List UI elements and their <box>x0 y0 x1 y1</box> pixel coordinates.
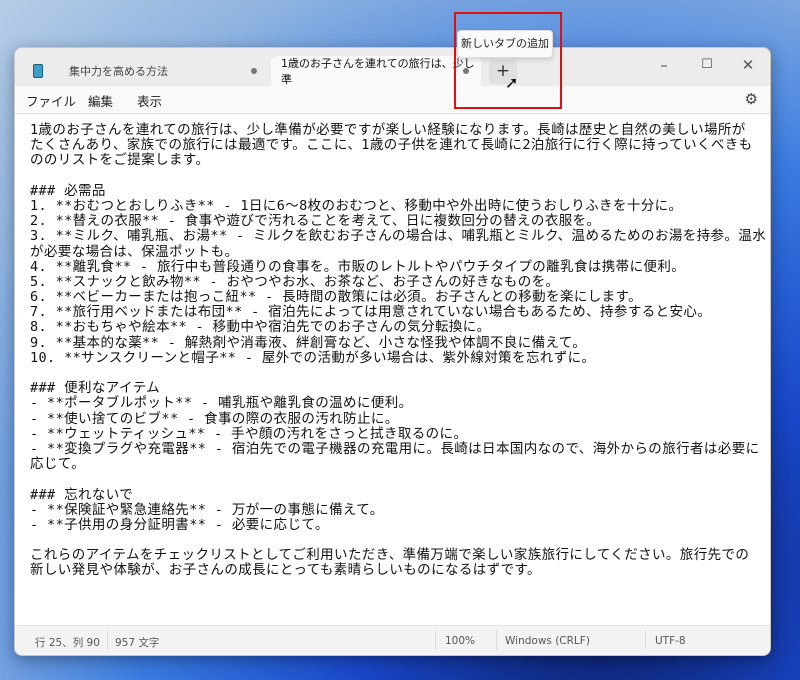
menu-view[interactable]: 表示 <box>137 91 162 110</box>
text-line: 4. **離乳食** - 旅行中も普段通りの食事を。市販のレトルトやパウチタイプ… <box>30 258 686 275</box>
highlight-box <box>454 12 562 109</box>
divider <box>496 630 497 650</box>
divider <box>435 630 436 650</box>
text-line: 新しい発見や体験が、お子さんの成長にとっても素晴らしいものになるはずです。 <box>30 562 541 579</box>
minimize-button[interactable]: – <box>644 52 684 78</box>
close-button[interactable]: ✕ <box>728 52 768 78</box>
status-bar: 行 25、列 90 957 文字 100% Windows (CRLF) UTF… <box>15 625 770 655</box>
menu-edit[interactable]: 編集 <box>88 91 113 110</box>
text-line: - **保険証や緊急連絡先** - 万が一の事態に備えて。 <box>30 501 384 518</box>
text-line: 1. **おむつとおしりふき** - 1日に6～8枚のおむつと、移動中や外出時に… <box>30 197 683 214</box>
maximize-button[interactable]: ☐ <box>687 52 727 78</box>
divider <box>107 630 108 650</box>
text-line: ### 忘れないで <box>30 486 134 503</box>
tab-title: 集中力を高める方法 <box>69 65 168 78</box>
encoding[interactable]: UTF-8 <box>655 635 686 647</box>
char-count: 957 文字 <box>115 637 160 649</box>
text-line: - **ウェットティッシュ** - 手や顔の汚れをさっと拭き取るのに。 <box>30 425 468 442</box>
text-line: - **使い捨てのビブ** - 食事の際の衣服の汚れ防止に。 <box>30 410 399 427</box>
tab-bar: 集中力を高める方法 1歳のお子さんを連れての旅行は、少し準 + – ☐ ✕ <box>15 48 770 86</box>
tab-travel[interactable]: 1歳のお子さんを連れての旅行は、少し準 <box>271 56 481 86</box>
text-line: - **変換プラグや充電器** - 宿泊先での電子機器の充電用に。長崎は日本国内… <box>30 440 760 457</box>
notepad-window: 集中力を高める方法 1歳のお子さんを連れての旅行は、少し準 + – ☐ ✕ ファ… <box>14 47 771 656</box>
text-line: 応じて。 <box>30 456 86 473</box>
text-line: 6. **ベビーカーまたは抱っこ紐** - 長時間の散策には必須。お子さんとの移… <box>30 289 642 306</box>
text-line: 3. **ミルク、哺乳瓶、お湯** - ミルクを飲むお子さんの場合は、哺乳瓶とミ… <box>30 228 767 245</box>
text-line: - **ポータブルポット** - 哺乳瓶や離乳食の温めに便利。 <box>30 395 413 412</box>
text-line: ### 必需品 <box>30 182 106 199</box>
text-line: が必要な場合は、保温ポットも。 <box>30 243 239 260</box>
notepad-icon <box>33 64 43 78</box>
tab-focus-methods[interactable]: 集中力を高める方法 <box>25 56 277 86</box>
mouse-cursor-icon: ➚ <box>505 73 519 92</box>
text-line <box>30 169 770 184</box>
text-line: - **子供用の身分証明書** - 必要に応じて。 <box>30 516 329 533</box>
text-line: 9. **基本的な薬** - 解熱剤や消毒液、絆創膏など、小さな怪我や体調不良に… <box>30 334 587 351</box>
tab-title: 1歳のお子さんを連れての旅行は、少し準 <box>281 57 475 86</box>
menu-file[interactable]: ファイル <box>26 91 76 110</box>
text-line <box>30 472 770 487</box>
divider <box>645 630 646 650</box>
text-line: 1歳のお子さんを連れての旅行は、少し準備が必要ですが楽しい経験になります。長崎は… <box>30 122 746 138</box>
text-line <box>30 533 770 548</box>
zoom-level[interactable]: 100% <box>445 635 475 647</box>
text-line: ののリストをご提案します。 <box>30 152 210 169</box>
unsaved-dot-icon <box>251 68 257 74</box>
gear-icon[interactable]: ⚙ <box>745 90 758 108</box>
line-ending[interactable]: Windows (CRLF) <box>505 635 590 647</box>
text-line: 10. **サンスクリーンと帽子** - 屋外での活動が多い場合は、紫外線対策を… <box>30 349 596 366</box>
text-line: これらのアイテムをチェックリストとしてご利用いただき、準備万端で楽しい家族旅行に… <box>30 547 750 564</box>
text-editor[interactable]: 1歳のお子さんを連れての旅行は、少し準備が必要ですが楽しい経験になります。長崎は… <box>15 115 770 625</box>
text-line <box>30 366 770 381</box>
text-line: 8. **おもちゃや絵本** - 移動中や宿泊先でのお子さんの気分転換に。 <box>30 319 491 336</box>
menu-bar: ファイル 編集 表示 ⚙ <box>15 86 770 114</box>
cursor-position: 行 25、列 90 <box>35 637 100 649</box>
text-line: 5. **スナックと飲み物** - おやつやお水、お茶など、お子さんの好きなもの… <box>30 273 560 290</box>
